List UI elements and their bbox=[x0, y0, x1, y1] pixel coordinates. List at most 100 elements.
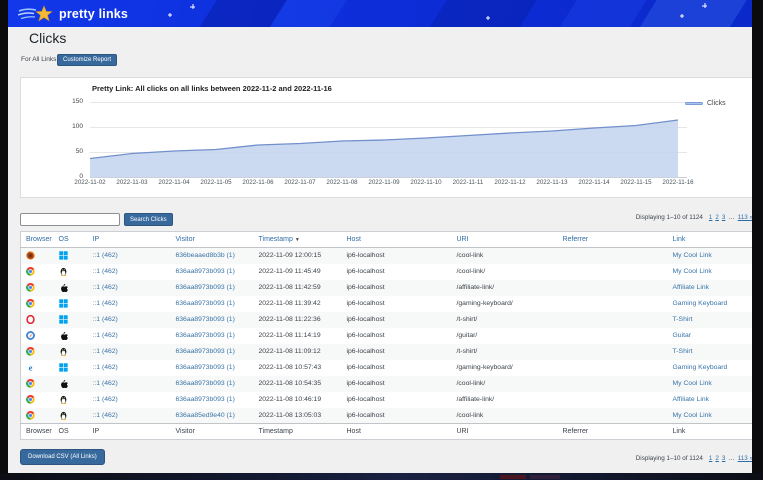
table-row: ::1 (462) 636aa8973b093 (1) 2022-11-08 11:… bbox=[21, 280, 753, 296]
pagination-page-1[interactable]: 1 bbox=[709, 455, 713, 462]
visitor-link[interactable]: 636aa8973b093 (1) bbox=[176, 300, 235, 307]
link-title-link[interactable]: My Cool Link bbox=[673, 252, 712, 259]
link-title-link[interactable]: Affiliate Link bbox=[673, 284, 710, 291]
pagination-last-page[interactable]: 113 » bbox=[738, 455, 752, 462]
opera-browser-icon bbox=[26, 315, 35, 324]
link-title-link[interactable]: T-Shirt bbox=[673, 348, 693, 355]
pagination-page-1[interactable]: 1 bbox=[709, 214, 713, 221]
visitor-link[interactable]: 636aa8973b093 (1) bbox=[176, 380, 235, 387]
link-title-link[interactable]: Gaming Keyboard bbox=[673, 364, 728, 371]
ip-link[interactable]: ::1 (462) bbox=[93, 332, 118, 339]
link-title-link[interactable]: Guitar bbox=[673, 332, 692, 339]
ip-link[interactable]: ::1 (462) bbox=[93, 364, 118, 371]
timestamp-cell: 2022-11-08 11:39:42 bbox=[259, 300, 321, 307]
x-tick-label: 2022-11-10 bbox=[405, 179, 447, 186]
sparkle-icon bbox=[680, 14, 684, 18]
chrome-browser-icon bbox=[26, 299, 35, 308]
table-footer-row: BrowserOSIPVisitorTimestampHostURIReferr… bbox=[21, 424, 753, 440]
host-cell: ip6-localhost bbox=[347, 364, 385, 371]
visitor-link[interactable]: 636aa8973b093 (1) bbox=[176, 316, 235, 323]
ip-link[interactable]: ::1 (462) bbox=[93, 348, 118, 355]
logo-text: pretty links bbox=[59, 7, 128, 21]
x-tick-label: 2022-11-03 bbox=[111, 179, 153, 186]
column-header-host: Host bbox=[342, 424, 452, 440]
download-csv-button[interactable]: Download CSV (All Links) bbox=[20, 449, 105, 465]
brand-header-bar: pretty links bbox=[8, 0, 752, 27]
link-title-link[interactable]: T-Shirt bbox=[673, 316, 693, 323]
ip-link[interactable]: ::1 (462) bbox=[93, 300, 118, 307]
timestamp-cell: 2022-11-08 11:09:12 bbox=[259, 348, 321, 355]
clicks-table: BrowserOSIPVisitorTimestamp▼HostURIRefer… bbox=[20, 231, 752, 440]
linux-os-icon bbox=[59, 267, 68, 276]
column-header-visitor[interactable]: Visitor bbox=[171, 232, 254, 248]
column-header-timestamp[interactable]: Timestamp▼ bbox=[254, 232, 342, 248]
ip-link[interactable]: ::1 (462) bbox=[93, 412, 118, 419]
column-header-link[interactable]: Link bbox=[668, 232, 753, 248]
y-tick-label: 50 bbox=[51, 148, 83, 155]
timestamp-cell: 2022-11-08 10:46:19 bbox=[259, 396, 322, 403]
link-title-link[interactable]: My Cool Link bbox=[673, 380, 712, 387]
x-tick-label: 2022-11-02 bbox=[69, 179, 111, 186]
ip-link[interactable]: ::1 (462) bbox=[93, 252, 118, 259]
pagination-page-2[interactable]: 2 bbox=[715, 455, 719, 462]
column-header-os[interactable]: OS bbox=[54, 232, 88, 248]
x-tick-label: 2022-11-14 bbox=[573, 179, 615, 186]
customize-report-button[interactable]: Customize Report bbox=[57, 54, 117, 66]
sparkle-icon bbox=[702, 3, 707, 8]
screen: { "header": { "logo_text": "pretty links… bbox=[0, 0, 763, 480]
clicks-area-chart bbox=[90, 100, 678, 178]
filter-label: For All Links: bbox=[21, 56, 58, 63]
taskbar-fragment bbox=[500, 475, 526, 479]
visitor-link[interactable]: 636beaaed8b3b (1) bbox=[176, 252, 235, 259]
ip-link[interactable]: ::1 (462) bbox=[93, 268, 118, 275]
chart-title: Pretty Link: All clicks on all links bet… bbox=[92, 84, 332, 93]
link-title-link[interactable]: Gaming Keyboard bbox=[673, 300, 728, 307]
timestamp-cell: 2022-11-08 11:42:59 bbox=[259, 284, 321, 291]
chrome-browser-icon bbox=[26, 379, 35, 388]
visitor-link[interactable]: 636aa8973b093 (1) bbox=[176, 396, 235, 403]
link-title-link[interactable]: My Cool Link bbox=[673, 268, 712, 275]
mac-os-icon bbox=[59, 283, 68, 292]
column-header-ip[interactable]: IP bbox=[88, 232, 171, 248]
ip-link[interactable]: ::1 (462) bbox=[93, 316, 118, 323]
linux-os-icon bbox=[59, 411, 68, 420]
timestamp-cell: 2022-11-08 13:05:03 bbox=[259, 412, 322, 419]
column-header-host[interactable]: Host bbox=[342, 232, 452, 248]
search-clicks-button[interactable]: Search Clicks bbox=[124, 213, 173, 226]
table-row: ::1 (462)636aa8973b093 (1)2022-11-08 11:… bbox=[21, 312, 753, 328]
visitor-link[interactable]: 636aa8973b093 (1) bbox=[176, 332, 235, 339]
uri-cell: /gaming-keyboard/ bbox=[457, 364, 513, 371]
ip-link[interactable]: ::1 (462) bbox=[93, 380, 118, 387]
link-title-link[interactable]: My Cool Link bbox=[673, 412, 712, 419]
host-cell: ip6-localhost bbox=[347, 348, 385, 355]
table-row: ::1 (462) 636aa85ed9e40 (1) 2022-11-08 13:… bbox=[21, 408, 753, 424]
header-stripe bbox=[426, 0, 541, 27]
ip-link[interactable]: ::1 (462) bbox=[93, 284, 118, 291]
visitor-link[interactable]: 636aa8973b093 (1) bbox=[176, 284, 235, 291]
pagination-ellipsis: … bbox=[728, 455, 734, 462]
column-header-referrer[interactable]: Referrer bbox=[558, 232, 668, 248]
visitor-link[interactable]: 636aa8973b093 (1) bbox=[176, 348, 235, 355]
windows-os-icon bbox=[59, 299, 68, 308]
table-row: ::1 (462)636beaaed8b3b (1)2022-11-09 12:… bbox=[21, 248, 753, 264]
linux-os-icon bbox=[59, 347, 68, 356]
visitor-link[interactable]: 636aa85ed9e40 (1) bbox=[176, 412, 235, 419]
admin-page: pretty links Clicks For All Links: Custo… bbox=[8, 0, 752, 473]
link-title-link[interactable]: Affiliate Link bbox=[673, 396, 710, 403]
column-header-browser[interactable]: Browser bbox=[21, 232, 54, 248]
column-header-link: Link bbox=[668, 424, 753, 440]
pagination-page-2[interactable]: 2 bbox=[715, 214, 719, 221]
visitor-link[interactable]: 636aa8973b093 (1) bbox=[176, 268, 235, 275]
x-tick-label: 2022-11-16 bbox=[657, 179, 699, 186]
pagination-page-3[interactable]: 3 bbox=[722, 455, 726, 462]
legend-marker-icon bbox=[685, 102, 703, 106]
edge-browser-icon: e bbox=[26, 363, 35, 372]
ip-link[interactable]: ::1 (462) bbox=[93, 396, 118, 403]
taskbar-fragment bbox=[530, 475, 560, 479]
column-header-uri[interactable]: URI bbox=[452, 232, 558, 248]
pagination-page-3[interactable]: 3 bbox=[722, 214, 726, 221]
visitor-link[interactable]: 636aa8973b093 (1) bbox=[176, 364, 235, 371]
pagination-last-page[interactable]: 113 » bbox=[738, 214, 752, 221]
host-cell: ip6-localhost bbox=[347, 412, 385, 419]
search-input[interactable] bbox=[20, 213, 120, 226]
